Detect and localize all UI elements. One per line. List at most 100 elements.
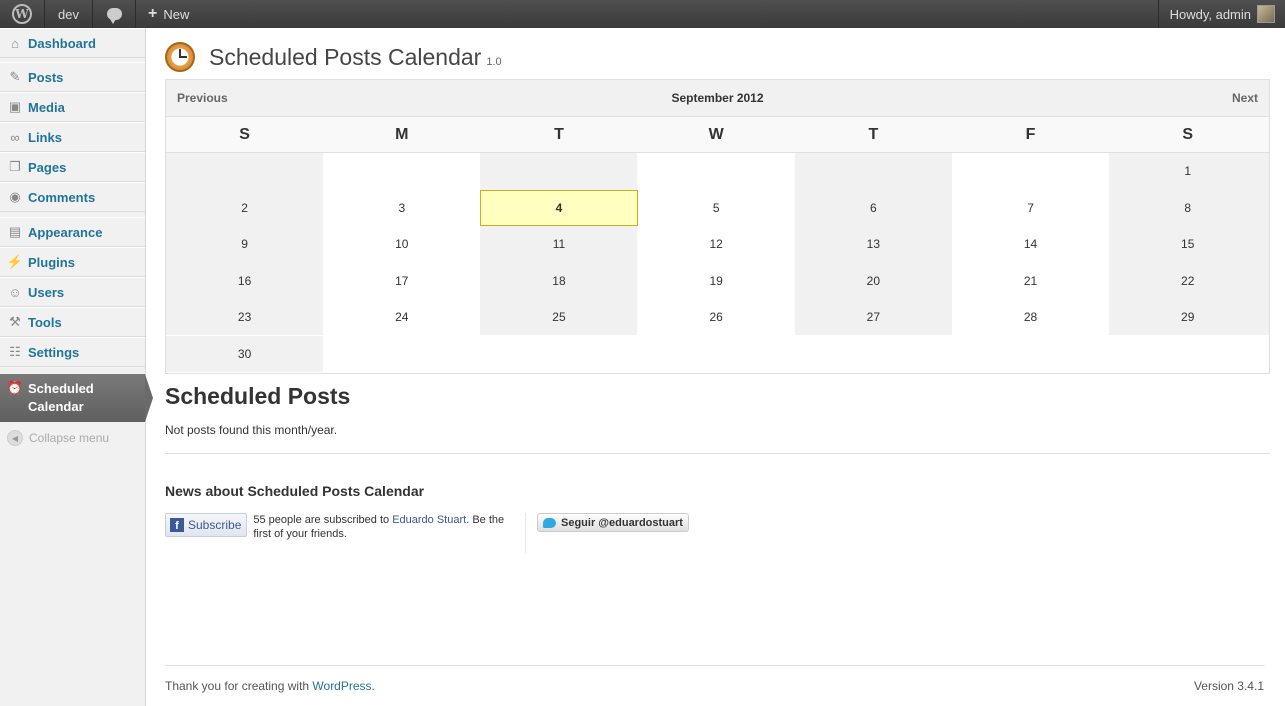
sidebar-item-settings[interactable]: ☷ Settings [0, 337, 145, 367]
calendar-day-cell[interactable]: 24 [323, 299, 480, 335]
calendar-day-cell[interactable]: 28 [952, 299, 1109, 335]
twitter-bird-icon [543, 517, 556, 528]
calendar-day-cell[interactable]: 2 [166, 190, 323, 226]
sidebar-item-label: Tools [28, 314, 62, 330]
calendar-day-cell[interactable]: 27 [795, 299, 952, 335]
page-title: Scheduled Posts Calendar [209, 44, 482, 70]
calendar-weekday-header: S M T W T F S [166, 117, 1269, 153]
weekday-label: M [395, 125, 409, 143]
previous-month-link[interactable]: Previous [177, 91, 228, 105]
calendar-day-cell[interactable]: 9 [166, 226, 323, 262]
footer-thanks: Thank you for creating with WordPress. [165, 679, 375, 693]
sidebar-item-dashboard[interactable]: ⌂ Dashboard [0, 28, 145, 58]
collapse-arrow-icon: ◀ [7, 430, 23, 446]
calendar-day-cell[interactable]: 29 [1109, 299, 1266, 335]
calendar-week-row: 9 10 11 12 13 14 15 [166, 226, 1269, 262]
appearance-icon: ▤ [8, 224, 22, 239]
admin-sidebar: ⌂ Dashboard ✎ Posts ▣ Media ∞ Links ❐ Pa… [0, 28, 153, 706]
calendar-empty-cell [323, 153, 480, 189]
calendar-day-cell[interactable]: 25 [480, 299, 637, 335]
calendar-day-cell[interactable]: 13 [795, 226, 952, 262]
settings-icon: ☷ [9, 344, 21, 359]
calendar-day-cell[interactable]: 7 [952, 190, 1109, 226]
calendar-day-cell[interactable]: 14 [952, 226, 1109, 262]
comments-button[interactable] [93, 0, 136, 28]
calendar-week-row: 1 [166, 153, 1269, 189]
calendar-day-cell[interactable]: 21 [952, 263, 1109, 299]
calendar-nav: Previous September 2012 Next [166, 80, 1269, 117]
page-header: Scheduled Posts Calendar 1.0 [165, 38, 502, 72]
divider [525, 513, 526, 553]
twitter-follow-label: Seguir @eduardostuart [561, 516, 683, 529]
calendar-empty-cell [952, 153, 1109, 189]
weekday-label: T [554, 125, 564, 143]
sidebar-item-label: Posts [28, 69, 64, 85]
calendar-day-cell[interactable]: 30 [166, 335, 324, 372]
new-content-button[interactable]: + New [136, 0, 201, 28]
calendar: Previous September 2012 Next S M T W T F… [165, 79, 1270, 374]
home-icon: ⌂ [11, 35, 19, 51]
calendar-day-cell[interactable]: 5 [638, 190, 795, 226]
calendar-day-cell[interactable]: 1 [1109, 153, 1266, 189]
pages-icon: ❐ [9, 159, 21, 174]
sidebar-item-users[interactable]: ☺ Users [0, 277, 145, 307]
admin-bar: W dev + New Howdy, admin [0, 0, 1285, 28]
calendar-day-cell[interactable]: 23 [166, 299, 323, 335]
calendar-week-row: 2345678 [166, 189, 1269, 226]
facebook-subscribe-button[interactable]: f Subscribe [165, 513, 248, 537]
calendar-day-cell[interactable]: 26 [638, 299, 795, 335]
calendar-day-cell[interactable]: 4 [480, 189, 638, 226]
calendar-empty-cell [638, 153, 795, 189]
wordpress-logo-button[interactable]: W [0, 0, 45, 28]
twitter-follow-button[interactable]: Seguir @eduardostuart [537, 513, 689, 532]
calendar-day-cell[interactable]: 19 [638, 263, 795, 299]
collapse-menu-label: Collapse menu [29, 431, 110, 445]
sidebar-item-media[interactable]: ▣ Media [0, 92, 145, 122]
sidebar-item-scheduled-calendar[interactable]: ⏰ Scheduled Calendar [0, 374, 153, 422]
link-icon: ∞ [10, 129, 20, 145]
site-name-link[interactable]: dev [45, 0, 93, 28]
sidebar-item-comments[interactable]: ◉ Comments [0, 182, 145, 212]
calendar-day-cell[interactable]: 16 [166, 263, 323, 299]
facebook-subscribe-widget: f Subscribe 55 people are subscribed to … [165, 513, 513, 541]
weekday-label: T [868, 125, 879, 143]
sidebar-item-label: Comments [28, 189, 96, 205]
sidebar-item-appearance[interactable]: ▤ Appearance [0, 217, 145, 247]
sidebar-item-posts[interactable]: ✎ Posts [0, 62, 145, 92]
calendar-day-cell[interactable]: 22 [1109, 263, 1266, 299]
calendar-empty-cell [795, 336, 952, 372]
calendar-day-cell[interactable]: 18 [480, 263, 637, 299]
calendar-week-row: 23 24 25 26 27 28 29 [166, 299, 1269, 335]
next-month-link[interactable]: Next [1232, 91, 1258, 105]
calendar-day-cell[interactable]: 10 [323, 226, 480, 262]
eduardo-stuart-link[interactable]: Eduardo Stuart [392, 514, 466, 526]
collapse-menu-button[interactable]: ◀ Collapse menu [7, 430, 109, 446]
calendar-day-cell[interactable]: 11 [480, 226, 637, 262]
calendar-day-cell[interactable]: 8 [1109, 190, 1266, 226]
clock-icon: ⏰ [6, 380, 24, 395]
calendar-day-cell[interactable]: 3 [323, 190, 480, 226]
sidebar-item-tools[interactable]: ⚒ Tools [0, 307, 145, 337]
sidebar-item-plugins[interactable]: ⚡ Plugins [0, 247, 145, 277]
calendar-day-cell[interactable]: 15 [1109, 226, 1266, 262]
sidebar-item-label: Users [28, 284, 65, 300]
version-tag: 1.0 [486, 56, 502, 68]
sidebar-item-pages[interactable]: ❐ Pages [0, 152, 145, 182]
calendar-day-cell[interactable]: 12 [638, 226, 795, 262]
sidebar-item-label: Appearance [28, 224, 103, 240]
calendar-empty-cell [952, 336, 1109, 372]
calendar-day-cell[interactable]: 20 [795, 263, 952, 299]
sidebar-item-label: Plugins [28, 254, 75, 270]
weekday-label: S [239, 125, 250, 143]
calendar-empty-cell [795, 153, 952, 189]
sidebar-item-links[interactable]: ∞ Links [0, 122, 145, 152]
pushpin-icon: ✎ [9, 69, 21, 84]
calendar-day-cell[interactable]: 6 [795, 190, 952, 226]
my-account-menu[interactable]: Howdy, admin [1157, 0, 1285, 28]
subscribe-label: Subscribe [188, 518, 242, 532]
calendar-day-cell[interactable]: 17 [323, 263, 480, 299]
comment-icon: ◉ [9, 189, 21, 204]
wordpress-logo-icon: W [12, 4, 32, 24]
wordpress-link[interactable]: WordPress [312, 679, 371, 693]
weekday-label: W [708, 125, 724, 143]
